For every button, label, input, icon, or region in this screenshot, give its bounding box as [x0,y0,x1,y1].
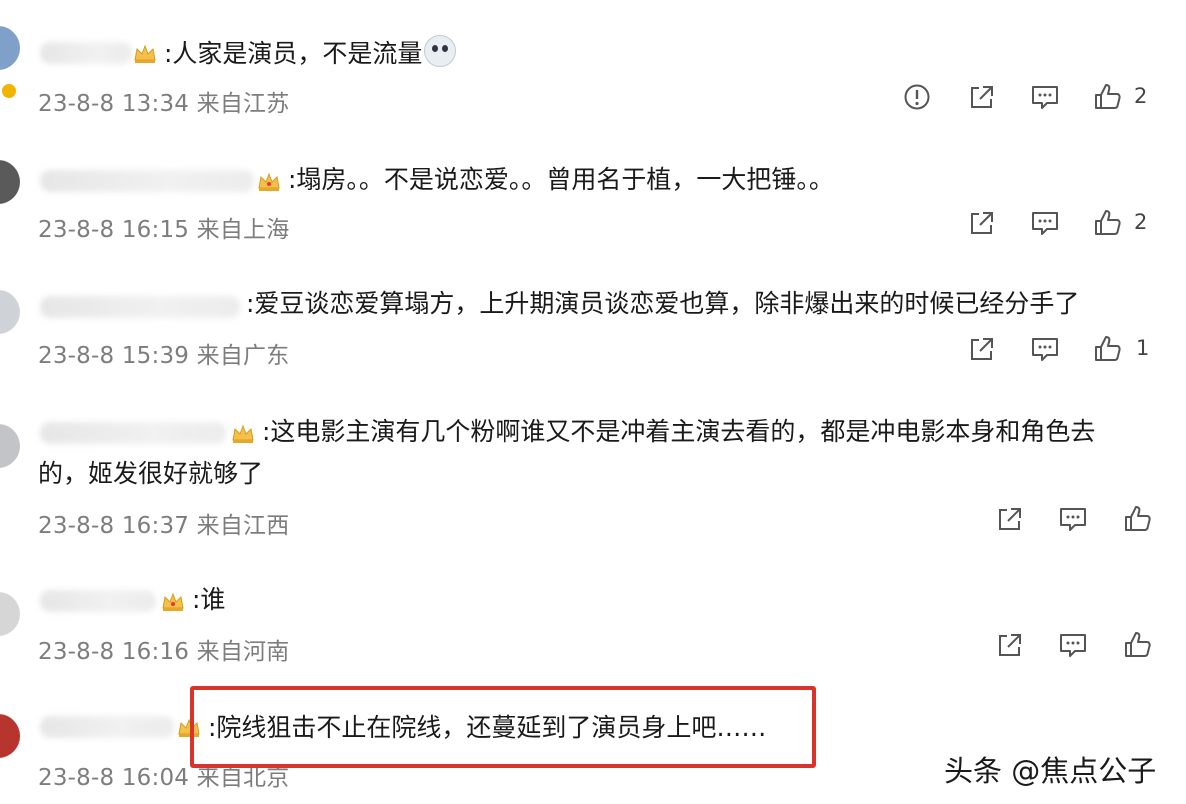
username-blurred[interactable] [40,590,156,612]
share-button[interactable] [994,504,1024,534]
share-button[interactable] [966,208,996,238]
share-icon [971,338,993,360]
share-button[interactable] [994,630,1024,660]
share-button[interactable] [966,82,996,112]
reply-button[interactable] [1058,504,1088,534]
comment-text: :爱豆谈恋爱算塌方，上升期演员谈恋爱也算，除非爆出来的时候已经分手了 [246,289,1080,318]
reply-button[interactable] [1030,208,1060,238]
share-icon [971,212,993,234]
like-count: 2 [1134,210,1148,234]
share-button[interactable] [966,334,996,364]
username-blurred[interactable] [40,170,254,192]
comment-meta: 23-8-8 16:16 来自河南 [38,639,290,665]
comment-text: :塌房。。不是说恋爱。。曾用名于植，一大把锤。。 [288,165,834,194]
comment-meta: 23-8-8 15:39 来自广东 [38,343,290,369]
like-count: 2 [1134,84,1148,108]
like-button[interactable] [1122,504,1152,534]
watermark: 头条 @焦点公子 [944,754,1157,788]
reply-button[interactable] [1030,82,1060,112]
comment-meta: 23-8-8 16:37 来自江西 [38,513,290,539]
comment-text: :人家是演员，不是流量 [164,34,457,74]
avatar[interactable] [0,26,20,70]
avatar[interactable] [0,290,20,334]
username-blurred[interactable] [40,422,226,444]
comment-icon [1060,634,1086,657]
username-blurred[interactable] [40,296,240,318]
comment-icon [1032,86,1058,109]
report-icon [904,84,930,110]
avatar[interactable] [0,592,20,636]
reply-button[interactable] [1058,630,1088,660]
comment-meta: 23-8-8 16:15 来自上海 [38,217,290,243]
share-icon [999,508,1021,530]
username-blurred[interactable] [40,716,174,738]
comment-meta: 23-8-8 13:34 来自江苏 [38,91,290,117]
like-icon [1125,506,1151,531]
like-button[interactable] [1122,630,1152,660]
report-button[interactable] [902,82,932,112]
comment-text-line1: :这电影主演有几个粉啊谁又不是冲着主演去看的，都是冲电影本身和角色去 [262,417,1096,446]
share-icon [971,86,993,108]
member-crown-icon [134,44,156,63]
like-button[interactable] [1092,82,1122,112]
like-icon [1095,84,1121,109]
comment-text: :谁 [192,585,226,614]
like-icon [1095,336,1121,361]
comment-icon [1060,508,1086,531]
share-icon [999,634,1021,656]
member-crown-icon [232,424,254,443]
member-crown-icon [258,172,280,191]
comment-text-line2: 的，姬发很好就够了 [38,459,264,488]
like-button[interactable] [1092,208,1122,238]
reply-button[interactable] [1030,334,1060,364]
highlight-box [190,686,816,768]
username-blurred[interactable] [40,42,132,64]
comment-icon [1032,212,1058,235]
like-button[interactable] [1092,334,1122,364]
shocked-face-emoji-icon [424,35,457,67]
member-crown-icon [162,592,184,611]
avatar[interactable] [0,714,20,758]
avatar[interactable] [0,160,20,204]
like-icon [1125,632,1151,657]
verified-badge-icon [0,82,18,100]
like-count: 1 [1136,336,1150,360]
comment-icon [1032,338,1058,361]
avatar[interactable] [0,424,20,468]
like-icon [1095,210,1121,235]
